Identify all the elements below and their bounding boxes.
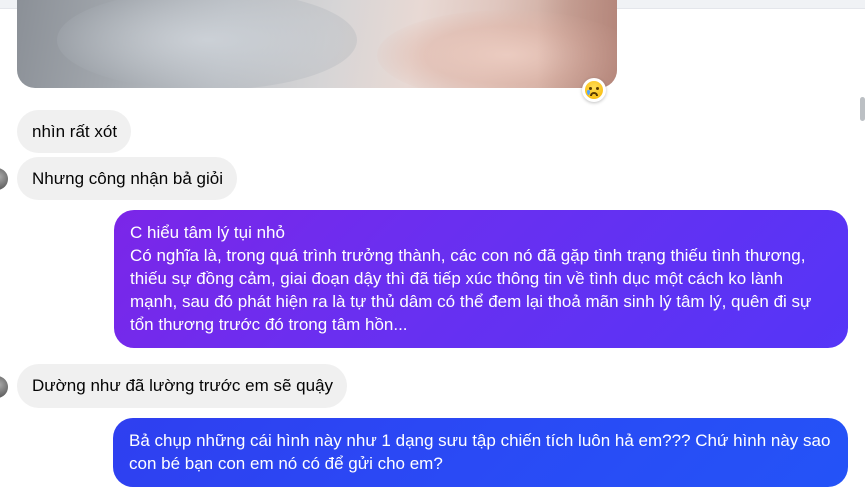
message-bubble-incoming[interactable]: nhìn rất xót: [17, 110, 132, 153]
message-reaction[interactable]: [582, 78, 606, 102]
shared-photo[interactable]: [17, 0, 617, 88]
message-text-line: C hiểu tâm lý tụi nhỏ: [130, 223, 285, 242]
sad-face-icon: [585, 81, 603, 99]
scrollbar[interactable]: [861, 8, 865, 502]
avatar[interactable]: [0, 168, 8, 190]
message-text: Bả chụp những cái hình này như 1 dạng sư…: [129, 431, 831, 473]
message-text: nhìn rất xót: [32, 122, 118, 141]
message-text: Có nghĩa là, trong quá trình trưởng thàn…: [130, 246, 812, 334]
message-bubble-incoming[interactable]: Dường như đã lường trước em sẽ quậy: [17, 364, 348, 408]
scrollbar-thumb[interactable]: [860, 97, 865, 121]
message-text: Nhưng công nhận bả giỏi: [32, 169, 223, 188]
message-text: Dường như đã lường trước em sẽ quậy: [32, 376, 334, 395]
message-bubble-incoming[interactable]: Nhưng công nhận bả giỏi: [17, 157, 237, 200]
message-bubble-outgoing[interactable]: Bả chụp những cái hình này như 1 dạng sư…: [113, 418, 848, 487]
avatar[interactable]: [0, 376, 8, 398]
message-bubble-outgoing[interactable]: C hiểu tâm lý tụi nhỏ Có nghĩa là, trong…: [114, 210, 848, 348]
chat-thread: nhìn rất xót Nhưng công nhận bả giỏi C h…: [0, 0, 865, 502]
